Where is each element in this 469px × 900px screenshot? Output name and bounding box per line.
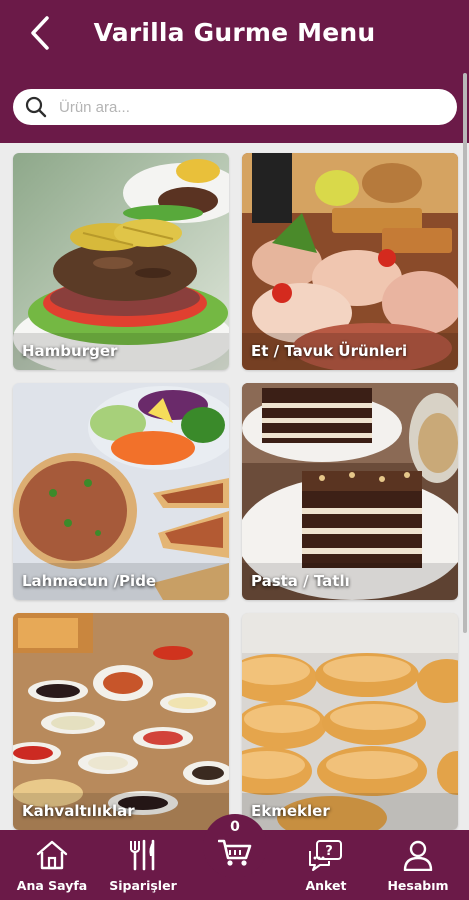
nav-orders[interactable]: Siparişler bbox=[98, 838, 188, 893]
category-label: Lahmacun /Pide bbox=[22, 572, 157, 590]
category-tile-cake-dessert[interactable]: Pasta / Tatlı bbox=[242, 383, 458, 600]
search-icon[interactable] bbox=[23, 94, 49, 120]
lahmacun-pide-photo bbox=[13, 383, 229, 600]
nav-account[interactable]: Hesabım bbox=[373, 838, 463, 893]
category-label: Hamburger bbox=[22, 342, 118, 360]
category-tile-bread[interactable]: Ekmekler bbox=[242, 613, 458, 830]
nav-orders-label: Siparişler bbox=[109, 878, 177, 893]
meat-chicken-photo bbox=[242, 153, 458, 370]
nav-survey-label: Anket bbox=[305, 878, 347, 893]
cutlery-icon bbox=[130, 839, 155, 871]
category-tile-meat-chicken[interactable]: Et / Tavuk Ürünleri bbox=[242, 153, 458, 370]
category-label: Kahvaltılıklar bbox=[22, 802, 135, 820]
category-grid: Hamburger Et / Tavuk Ürünleri Lahmacun /… bbox=[13, 153, 460, 830]
home-icon bbox=[36, 840, 68, 870]
app-header: Varilla Gurme Menu bbox=[0, 0, 469, 143]
category-label: Ekmekler bbox=[251, 802, 330, 820]
category-tile-lahmacun-pide[interactable]: Lahmacun /Pide bbox=[13, 383, 229, 600]
cart-button[interactable]: 0 bbox=[203, 814, 267, 878]
nav-account-label: Hesabım bbox=[387, 878, 449, 893]
hamburger-photo bbox=[13, 153, 229, 370]
cake-dessert-photo bbox=[242, 383, 458, 600]
category-tile-hamburger[interactable]: Hamburger bbox=[13, 153, 229, 370]
search-input[interactable] bbox=[59, 98, 419, 116]
category-tile-breakfast[interactable]: Kahvaltılıklar bbox=[13, 613, 229, 830]
category-label: Et / Tavuk Ürünleri bbox=[251, 342, 408, 360]
bread-rolls-photo bbox=[242, 613, 458, 830]
page-title: Varilla Gurme Menu bbox=[93, 18, 376, 47]
user-icon bbox=[403, 840, 433, 871]
search-bar[interactable] bbox=[13, 89, 457, 125]
breakfast-spread-photo bbox=[13, 613, 229, 830]
nav-home-label: Ana Sayfa bbox=[16, 878, 88, 893]
survey-chat-icon: ? bbox=[309, 840, 342, 871]
nav-survey[interactable]: ? Anket bbox=[281, 838, 371, 893]
svg-text:?: ? bbox=[325, 844, 333, 859]
nav-home[interactable]: Ana Sayfa bbox=[7, 838, 97, 893]
cart-count-badge: 0 bbox=[230, 819, 240, 835]
category-label: Pasta / Tatlı bbox=[251, 572, 350, 590]
scrollbar[interactable] bbox=[463, 73, 467, 633]
cart-icon bbox=[218, 839, 252, 866]
